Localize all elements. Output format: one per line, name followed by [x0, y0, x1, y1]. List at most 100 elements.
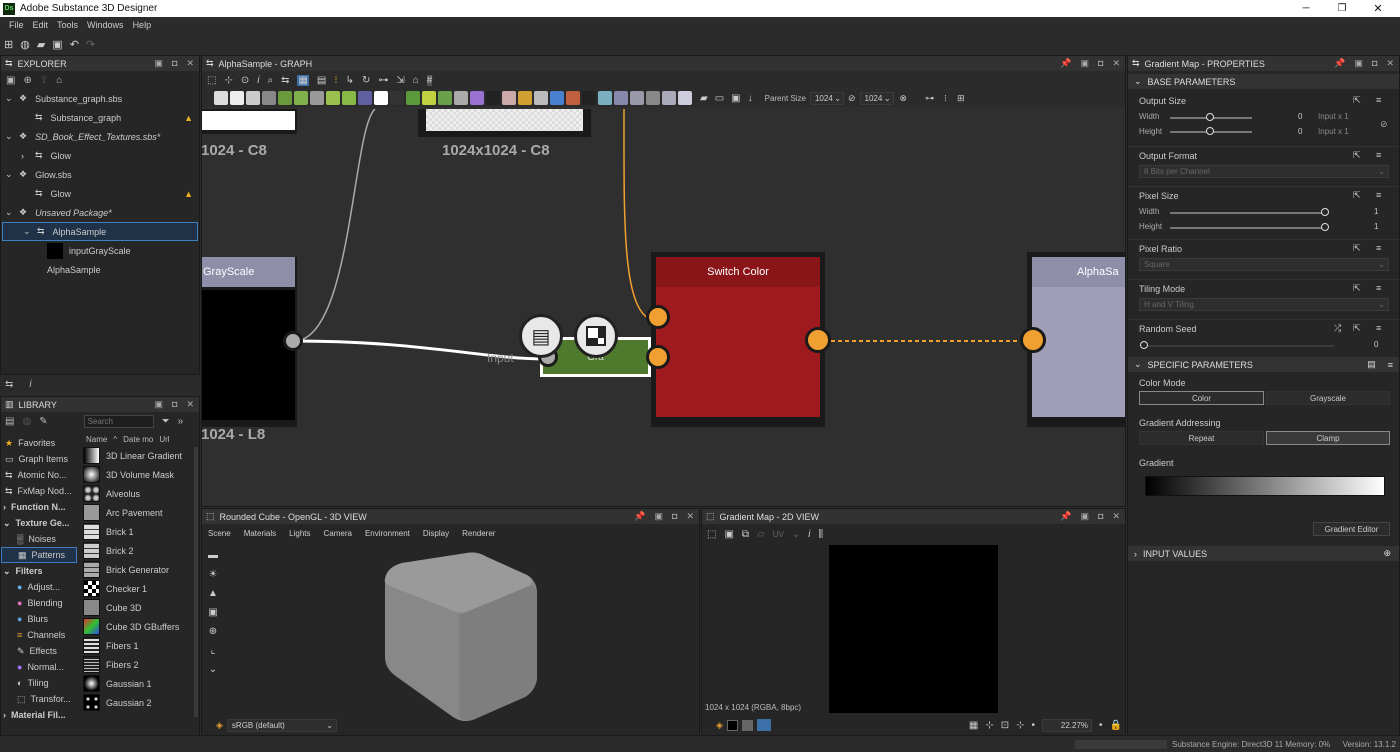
comment-icon[interactable]: ▰ [700, 93, 708, 104]
input-values-section[interactable]: › INPUT VALUES ⊕ [1128, 546, 1399, 561]
library-item[interactable]: Brick 2 [83, 541, 195, 560]
color-mode-color-button[interactable]: Color [1139, 391, 1264, 405]
frame-icon-2[interactable]: ▭ [715, 93, 724, 104]
float-icon[interactable]: ▣ [155, 399, 164, 410]
pixel-width-value[interactable]: 1 [1374, 207, 1378, 216]
emboss-node-icon[interactable] [470, 91, 484, 105]
pixel-processor-icon[interactable] [390, 91, 404, 105]
library-item[interactable]: Brick 1 [83, 522, 195, 541]
blend-node-icon[interactable] [294, 91, 308, 105]
library-search-input[interactable] [83, 414, 154, 428]
channel-node-icon[interactable] [406, 91, 420, 105]
close-panel-icon[interactable]: ✕ [1386, 58, 1394, 69]
tile-node-icon[interactable] [422, 91, 436, 105]
output-node-icon[interactable] [598, 91, 612, 105]
category-item-selected[interactable]: ▦ Patterns [1, 547, 77, 563]
uniform-color-icon[interactable] [246, 91, 260, 105]
expand-icon[interactable]: » [178, 416, 184, 427]
tree-item[interactable]: ⌄ ❖ SD_Book_Effect_Textures.sbs* [1, 127, 199, 146]
maximize-icon[interactable]: ◘ [672, 511, 677, 522]
shuffle-icon[interactable]: ⤮ [1334, 323, 1341, 334]
category-item[interactable]: ⌄ Filters [1, 563, 81, 579]
library-add-icon[interactable]: ▤ [5, 416, 14, 427]
frame-node-icon[interactable] [630, 91, 644, 105]
pixel-ratio-select[interactable]: Square ⌄ [1139, 258, 1389, 271]
clean-icon[interactable]: ⌂ [413, 75, 419, 86]
float-icon[interactable]: ▣ [1081, 511, 1090, 522]
close-panel-icon[interactable]: ✕ [1112, 58, 1120, 69]
library-item[interactable]: 3D Volume Mask [83, 465, 195, 484]
svg-node-icon[interactable] [230, 91, 244, 105]
center-icon[interactable]: ⊹ [224, 75, 232, 86]
tile-grid-icon[interactable]: ▦ [969, 720, 978, 731]
library-edit-icon[interactable]: ✎ [39, 416, 47, 427]
document-icon[interactable]: ▤ [519, 314, 563, 358]
navigation-node-icon[interactable] [662, 91, 676, 105]
output-format-select[interactable]: 8 Bits per Channel ⌄ [1139, 165, 1389, 178]
tree-icon[interactable]: ⇆ [5, 379, 13, 390]
menu-scene[interactable]: Scene [208, 529, 231, 538]
menu-icon[interactable]: ≡ [1376, 95, 1381, 105]
expose-icon[interactable]: ⇱ [1353, 190, 1361, 201]
pixel-width-slider[interactable] [1170, 212, 1326, 214]
normal-node-icon[interactable] [358, 91, 372, 105]
parent-size-height[interactable]: 1024 ⌄ [859, 91, 894, 105]
node-top-left[interactable] [202, 109, 297, 134]
tree-item[interactable]: ⇆ Glow ▲ [1, 184, 199, 203]
category-item[interactable]: ✎ Effects [1, 643, 81, 659]
hsl-node-icon[interactable] [342, 91, 356, 105]
text-node-icon[interactable] [518, 91, 532, 105]
maximize-icon[interactable]: ◘ [1098, 511, 1103, 522]
tiling-mode-select[interactable]: H and V Tiling ⌄ [1139, 298, 1389, 311]
expose-icon[interactable]: ⇱ [1353, 95, 1361, 106]
new-graph-icon[interactable]: ⊞ [4, 38, 13, 51]
maximize-icon[interactable]: ◘ [1098, 58, 1103, 69]
maximize-icon[interactable]: ◘ [172, 399, 177, 410]
library-item[interactable]: Fibers 1 [83, 636, 195, 655]
colorspace-select[interactable]: sRGB (default) ⌄ [226, 718, 337, 732]
black-swatch[interactable] [726, 719, 738, 731]
align-icon[interactable]: ⇆ [281, 75, 289, 86]
minimize-icon[interactable]: ─ [1284, 0, 1328, 17]
snapshot-icon[interactable]: ▣ [208, 607, 217, 618]
menu-materials[interactable]: Materials [244, 529, 276, 538]
fit-view-icon[interactable]: ⊡ [1001, 720, 1009, 731]
levels-node-icon[interactable] [310, 91, 324, 105]
pixel-height-value[interactable]: 1 [1374, 222, 1378, 231]
close-panel-icon[interactable]: ✕ [1112, 511, 1120, 522]
section-menu-icon[interactable]: ≡ [1388, 360, 1393, 370]
blur-node-icon[interactable] [454, 91, 468, 105]
zoom-field[interactable]: 22.27% [1042, 718, 1093, 732]
sphere-icon[interactable]: ⊕ [209, 626, 217, 637]
pixel-width-knob[interactable] [1321, 208, 1329, 216]
transform-node-icon[interactable] [550, 91, 564, 105]
close-icon[interactable]: ✕ [1356, 0, 1400, 17]
link-size-icon[interactable]: ⊘ [848, 93, 856, 104]
menu-camera[interactable]: Camera [324, 529, 352, 538]
menu-lights[interactable]: Lights [289, 529, 310, 538]
axis-icon[interactable]: ⌞ [211, 645, 216, 656]
sharpen-node-icon[interactable] [438, 91, 452, 105]
close-panel-icon[interactable]: ✕ [686, 511, 694, 522]
category-item[interactable]: ⇆ Atomic No... [1, 467, 81, 483]
expose-icon[interactable]: ⇱ [1353, 150, 1361, 161]
close-panel-icon[interactable]: ✕ [186, 399, 194, 410]
grey-swatch[interactable] [741, 719, 753, 731]
menu-file[interactable]: File [9, 20, 24, 30]
overlay-icon[interactable]: ▱ [757, 529, 765, 540]
preview-icon[interactable]: ▣ [731, 93, 740, 104]
align-v-icon[interactable]: ⁝ [944, 93, 947, 104]
node-switch-color[interactable]: Switch Color [651, 252, 825, 427]
gradient-preview[interactable] [1145, 476, 1385, 496]
library-item[interactable]: Cube 3D GBuffers [83, 617, 195, 636]
import-icon[interactable]: ⇪ [40, 75, 48, 86]
checker-icon[interactable] [574, 314, 618, 358]
library-item[interactable]: Gaussian 1 [83, 674, 195, 693]
curve-node-icon[interactable] [326, 91, 340, 105]
tree-item[interactable]: ⇆ Substance_graph ▲ [1, 108, 199, 127]
expose-icon[interactable]: ⇱ [1353, 283, 1361, 294]
maximize-icon[interactable]: ◘ [1372, 58, 1377, 69]
screenshot-icon[interactable]: ⊙ [241, 75, 249, 86]
category-item[interactable]: ● Blending [1, 595, 81, 611]
save-package-icon[interactable]: ▣ [6, 75, 15, 86]
